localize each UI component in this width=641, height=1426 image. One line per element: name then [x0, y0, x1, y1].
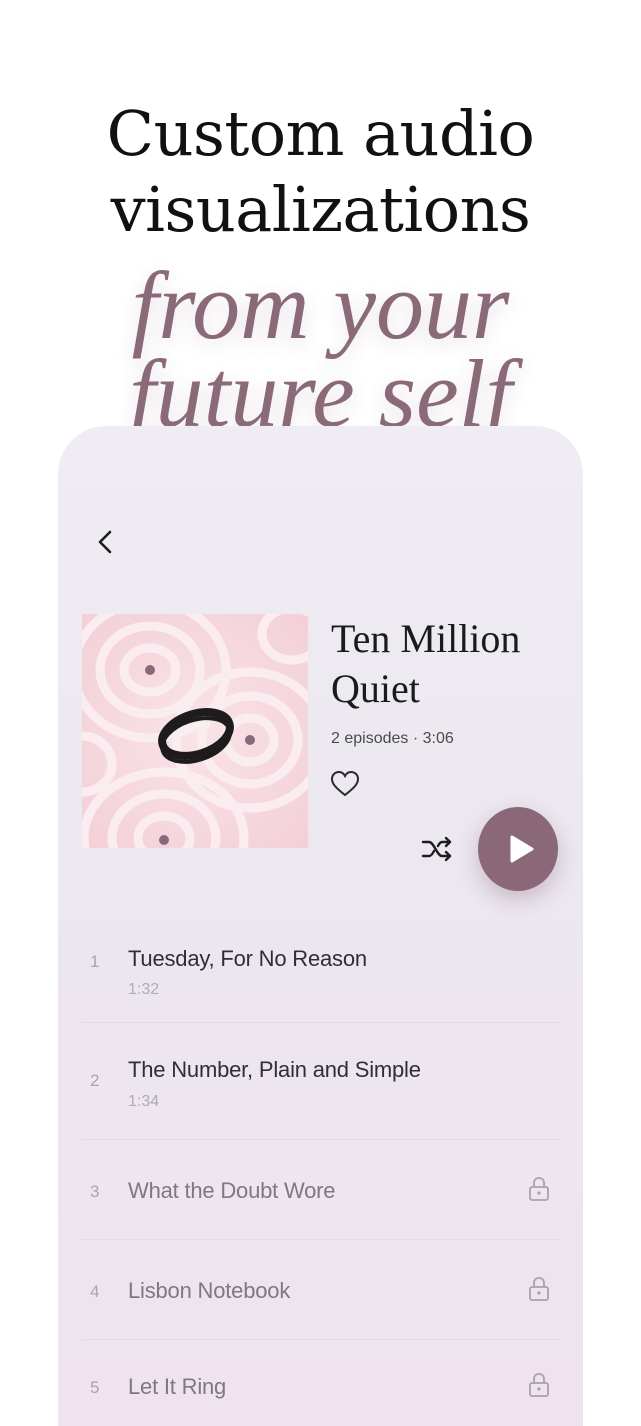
heart-icon [330, 770, 360, 797]
shuffle-button[interactable] [420, 834, 454, 864]
album-title-line-1: Ten Million [331, 616, 521, 661]
track-row[interactable]: 1 Tuesday, For No Reason 1:32 [82, 916, 560, 1023]
album-meta: 2 episodes · 3:06 [331, 730, 454, 747]
back-button[interactable] [92, 526, 120, 558]
track-title: Lisbon Notebook [128, 1278, 291, 1303]
track-title: The Number, Plain and Simple [128, 1057, 421, 1082]
favorite-button[interactable] [330, 770, 360, 798]
subheadline-line-2: future self [128, 340, 513, 447]
album-title: Ten Million Quiet [331, 614, 571, 714]
track-number: 4 [90, 1282, 100, 1301]
headline: Custom audio visualizations [0, 96, 641, 248]
track-row-locked[interactable]: 4 Lisbon Notebook [82, 1240, 560, 1340]
chevron-left-icon [98, 530, 112, 554]
lock-icon [529, 1373, 549, 1397]
lock-icon [529, 1177, 549, 1201]
lock-icon [529, 1277, 549, 1301]
track-row-locked[interactable]: 5 Let It Ring [82, 1340, 560, 1426]
play-button[interactable] [478, 807, 558, 891]
track-number: 5 [90, 1378, 100, 1397]
track-number: 3 [90, 1182, 100, 1201]
subheadline-line-1: from your [131, 252, 510, 359]
track-title: What the Doubt Wore [128, 1178, 336, 1203]
album-cover [82, 614, 308, 848]
track-number: 1 [90, 952, 100, 971]
track-list: 1 Tuesday, For No Reason 1:32 2 The Numb… [82, 916, 560, 1426]
subheadline: from your future self [0, 252, 641, 447]
track-row[interactable]: 2 The Number, Plain and Simple 1:34 [82, 1023, 560, 1140]
headline-line-1: Custom audio [106, 97, 535, 170]
track-title: Let It Ring [128, 1374, 227, 1399]
track-title: Tuesday, For No Reason [128, 946, 367, 971]
phone-screen: Ten Million Quiet 2 episodes · 3:06 1 Tu… [58, 426, 583, 1426]
track-duration: 1:34 [128, 1093, 160, 1110]
track-number: 2 [90, 1071, 100, 1090]
headline-line-2: visualizations [110, 173, 531, 246]
album-title-line-2: Quiet [331, 666, 420, 711]
track-row-locked[interactable]: 3 What the Doubt Wore [82, 1140, 560, 1240]
shuffle-icon [421, 836, 452, 862]
track-duration: 1:32 [128, 981, 160, 998]
play-icon [510, 835, 534, 863]
